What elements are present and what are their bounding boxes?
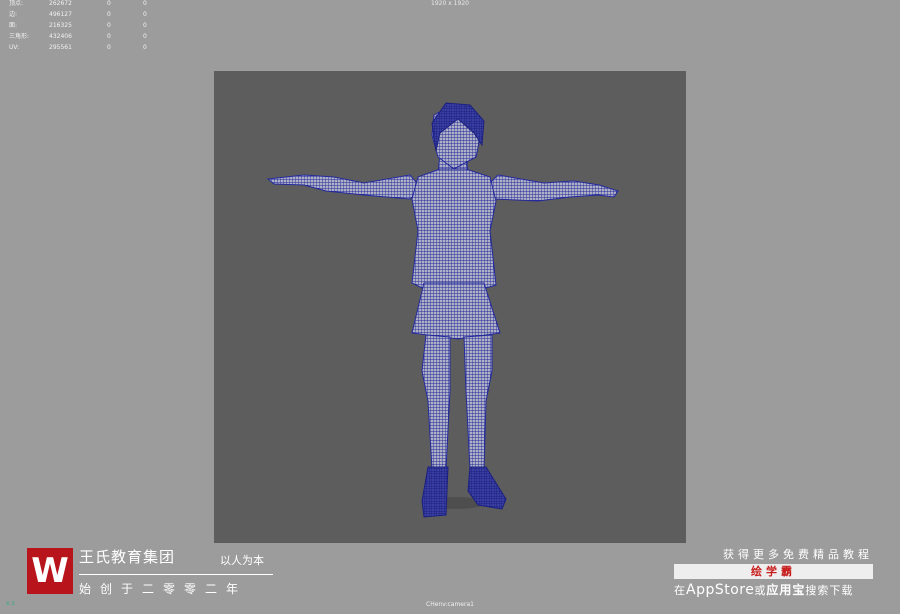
promo-headline: 获得更多免费精品教程 <box>723 548 873 561</box>
hud-value: 0 <box>107 22 111 29</box>
promo-app-name: 绘学霸 <box>674 564 873 579</box>
hud-value: 0 <box>107 33 111 40</box>
promo-prefix: 在 <box>674 584 686 597</box>
brand-logo-letter: W <box>31 551 69 591</box>
hud-row-uvs: UV: 295561 0 0 <box>9 42 169 53</box>
right-leg <box>463 334 493 470</box>
hud-label: UV: <box>9 44 20 51</box>
hud-value: 432406 <box>49 33 72 40</box>
hud-row-triangles: 三角形: 432406 0 0 <box>9 31 169 42</box>
brand-subtitle: 始创于二零零二年 <box>79 582 248 596</box>
hud-value: 0 <box>143 11 147 18</box>
promo-download-text: 在AppStore或应用宝搜索下载 <box>674 581 853 598</box>
promo-or: 或 <box>754 584 767 597</box>
brand-slogan: 以人为本 <box>220 554 264 567</box>
hud-label: 边: <box>9 11 18 18</box>
promo-suffix: 搜索下载 <box>805 584 854 597</box>
hud-value: 496127 <box>49 11 72 18</box>
resolution-label: 1920 x 1920 <box>431 0 469 7</box>
brand-logo: W <box>27 548 73 594</box>
torso <box>411 168 497 292</box>
hud-label: 面: <box>9 22 18 29</box>
left-shoe <box>421 466 449 518</box>
hud-value: 0 <box>107 11 111 18</box>
skirt <box>411 282 501 340</box>
render-viewport[interactable] <box>214 71 686 543</box>
hud-label: 三角形: <box>9 33 30 40</box>
camera-label: CHenv:camera1 <box>426 601 474 608</box>
hud-value: 295561 <box>49 44 72 51</box>
hud-row-edges: 边: 496127 0 0 <box>9 9 169 20</box>
hud-value: 0 <box>107 44 111 51</box>
left-leg <box>421 334 451 470</box>
brand-divider <box>79 574 273 575</box>
promo-store-name-2: 应用宝 <box>766 583 806 597</box>
hud-value: 0 <box>143 44 147 51</box>
promo-store-name: AppStore <box>686 582 755 598</box>
left-arm <box>266 174 423 200</box>
brand-name: 王氏教育集团 <box>79 548 176 566</box>
hud-value: 216325 <box>49 22 72 29</box>
hud-value: 0 <box>143 22 147 29</box>
hud-value: 0 <box>143 33 147 40</box>
hud-row-faces: 面: 216325 0 0 <box>9 20 169 31</box>
right-arm <box>485 174 619 202</box>
wireframe-character <box>266 102 619 518</box>
